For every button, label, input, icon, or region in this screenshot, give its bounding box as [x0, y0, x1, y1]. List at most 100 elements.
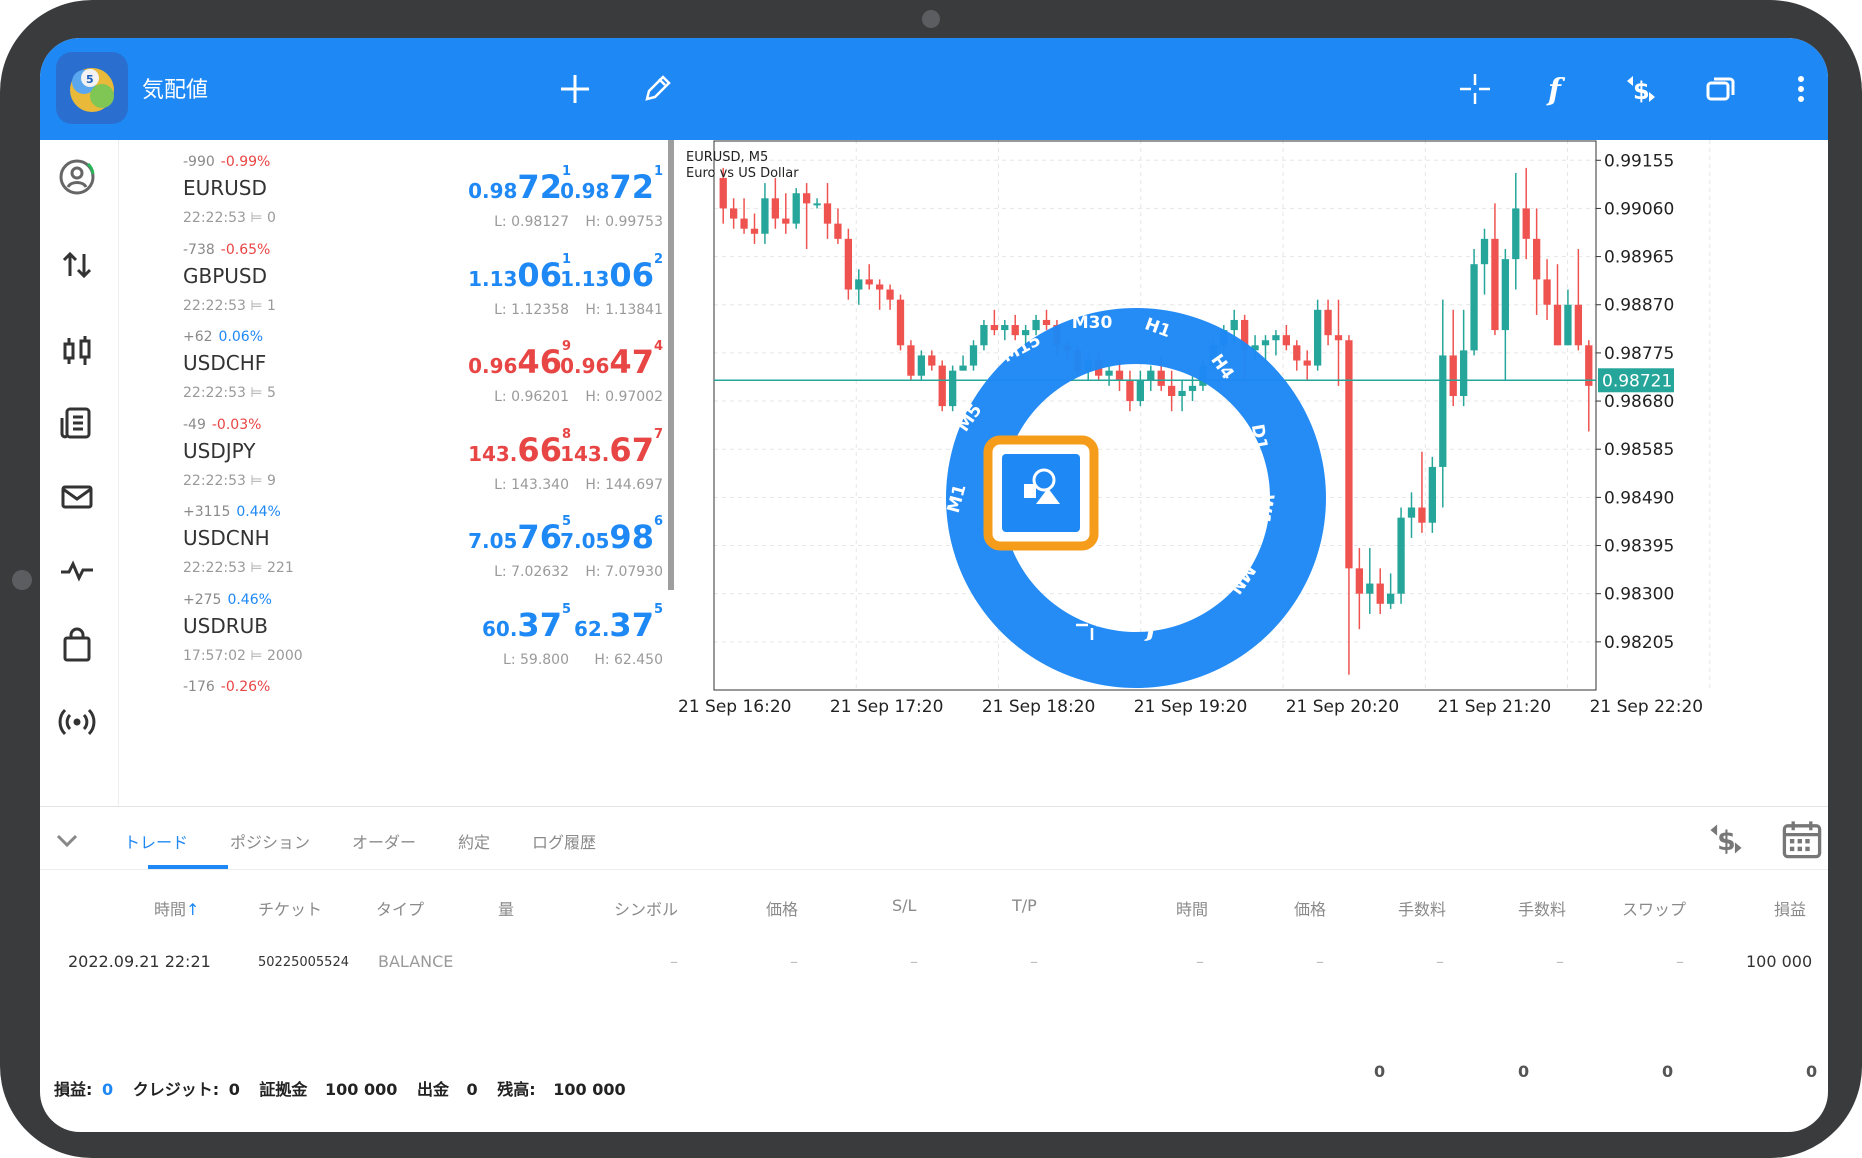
- page-title: 気配値: [142, 78, 209, 103]
- candle-body: [1345, 340, 1353, 569]
- col-profit[interactable]: 損益: [1774, 896, 1806, 920]
- col-type[interactable]: タイプ: [376, 896, 424, 920]
- time-tick-label: 21 Sep 18:20: [982, 697, 1095, 717]
- nav-journal[interactable]: [52, 546, 102, 596]
- bid-price: 60.375: [481, 601, 571, 644]
- profit-value: 0: [101, 1080, 114, 1099]
- col-close-time[interactable]: 時間: [1176, 896, 1208, 920]
- nav-news[interactable]: [52, 398, 102, 448]
- candle-body: [1470, 264, 1478, 351]
- candle-body: [1313, 309, 1322, 366]
- dollar-trade-icon: $: [1627, 76, 1655, 105]
- arrows-up-down-icon: [62, 251, 92, 279]
- timeframe-w1[interactable]: W1: [1252, 492, 1277, 526]
- indicators-button[interactable]: f: [1532, 64, 1582, 114]
- candle-body: [740, 218, 748, 229]
- col-swap[interactable]: スワップ: [1622, 896, 1686, 920]
- col-close-price[interactable]: 価格: [1294, 896, 1326, 920]
- col-commission[interactable]: 手数料: [1398, 896, 1446, 920]
- candle-body: [896, 299, 905, 346]
- nav-accounts[interactable]: [52, 152, 102, 202]
- tab-deals[interactable]: 約定: [458, 829, 490, 853]
- total-swap: 0: [1662, 1062, 1674, 1081]
- candle-body: [1011, 325, 1019, 336]
- col-time[interactable]: 時間↑: [154, 896, 199, 920]
- quote-time: 22:22:53 ⊨ 0: [183, 210, 276, 226]
- quote-time: 17:57:02 ⊨ 2000: [183, 647, 303, 664]
- price-tick-label: 0.98775: [1604, 344, 1674, 364]
- panel-splitter[interactable]: [668, 140, 674, 590]
- candle-body: [729, 208, 738, 219]
- price-tick-label: 0.98680: [1604, 392, 1674, 412]
- candle-body: [1564, 304, 1572, 346]
- row-fee-empty: –: [1556, 952, 1564, 971]
- col-symbol[interactable]: シンボル: [614, 896, 678, 920]
- candles-icon: [63, 336, 91, 365]
- bid-price: 0.96469: [468, 339, 571, 381]
- quote-time: 22:22:53 ⊨ 9: [183, 472, 276, 489]
- candle-body: [1574, 304, 1583, 346]
- windows-button[interactable]: [1696, 64, 1746, 114]
- candle-body: [1334, 335, 1343, 341]
- candle-body: [1449, 355, 1457, 396]
- candle-body: [1126, 380, 1134, 402]
- image-template-icon: [1024, 484, 1036, 498]
- candle-body: [1136, 380, 1145, 402]
- col-tp[interactable]: T/P: [1012, 896, 1037, 915]
- ask-price: 1.13062: [560, 251, 663, 294]
- candle-body: [1491, 238, 1499, 331]
- crosshair-button[interactable]: [1450, 64, 1500, 114]
- list-item[interactable]: -176 -0.26%: [119, 665, 703, 769]
- active-tab-indicator: [148, 865, 228, 869]
- candle-body: [917, 355, 926, 376]
- total-commission: 0: [1374, 1062, 1386, 1081]
- nav-charts[interactable]: [52, 326, 102, 376]
- svg-text:$: $: [1633, 77, 1650, 105]
- quote-time: 22:22:53 ⊨ 1: [183, 297, 276, 314]
- price-tick-label: 0.98870: [1604, 296, 1674, 316]
- chart-description-label: Euro vs US Dollar: [686, 166, 799, 181]
- new-order-button[interactable]: $: [1616, 64, 1666, 114]
- time-tick-label: 21 Sep 21:20: [1438, 697, 1551, 717]
- col-sl[interactable]: S/L: [892, 896, 916, 915]
- timeframe-d1[interactable]: D1: [1247, 423, 1271, 452]
- candle-body: [719, 178, 727, 209]
- price-chart[interactable]: 0.99155 0.99060 0.98965 0.98870 0.98775 0.986…: [676, 140, 1828, 806]
- tab-orders[interactable]: オーダー: [352, 829, 416, 853]
- quotes-list: -990 -0.99% EURUSD 22:22:53 ⊨ 0 0.98721 0.987…: [119, 140, 703, 806]
- col-price[interactable]: 価格: [766, 896, 798, 920]
- shopping-bag-icon: [63, 627, 91, 662]
- row-tp-empty: –: [1030, 952, 1038, 971]
- svg-text:f: f: [1546, 73, 1566, 107]
- row-symbol-empty: –: [670, 952, 678, 971]
- nav-signals[interactable]: [52, 694, 102, 744]
- collapse-terminal-button[interactable]: [52, 825, 82, 859]
- candle-body: [823, 203, 832, 224]
- tab-history[interactable]: ログ履歴: [532, 829, 596, 853]
- quote-symbol: USDRUB: [183, 613, 268, 638]
- table-row[interactable]: 2022.09.21 22:21 50225005524 BALANCE – –…: [40, 952, 1828, 982]
- ask-price: 7.05986: [560, 514, 663, 556]
- time-tick-label: 21 Sep 22:20: [1590, 697, 1703, 717]
- timeframe-m30[interactable]: M30: [1072, 313, 1113, 333]
- col-volume[interactable]: 量: [498, 896, 514, 920]
- candle-body: [1115, 370, 1124, 381]
- price-tick-label: 0.98395: [1604, 537, 1674, 557]
- calendar-icon: [1782, 821, 1822, 859]
- nav-quotes[interactable]: [52, 240, 102, 290]
- screen: 5 気配値 f $ -990 -0.99% EURUSD 22:22:53 ⊨ …: [40, 38, 1828, 1132]
- col-ticket[interactable]: チケット: [258, 896, 322, 920]
- calendar-button[interactable]: [1780, 817, 1824, 865]
- chart-symbol-label: EURUSD, M5: [686, 150, 769, 165]
- bid-price: 7.05765: [468, 514, 571, 556]
- add-symbol-button[interactable]: [550, 64, 600, 114]
- nav-market[interactable]: [52, 620, 102, 670]
- nav-mail[interactable]: [52, 472, 102, 522]
- chart-panel[interactable]: 0.99155 0.99060 0.98965 0.98870 0.98775 0.986…: [676, 140, 1828, 806]
- trade-button[interactable]: $: [1704, 819, 1748, 863]
- edit-button[interactable]: [632, 64, 682, 114]
- more-menu-button[interactable]: [1776, 64, 1826, 114]
- tab-positions[interactable]: ポジション: [230, 829, 310, 853]
- tab-trade[interactable]: トレード: [124, 829, 188, 853]
- col-fee[interactable]: 手数料: [1518, 896, 1566, 920]
